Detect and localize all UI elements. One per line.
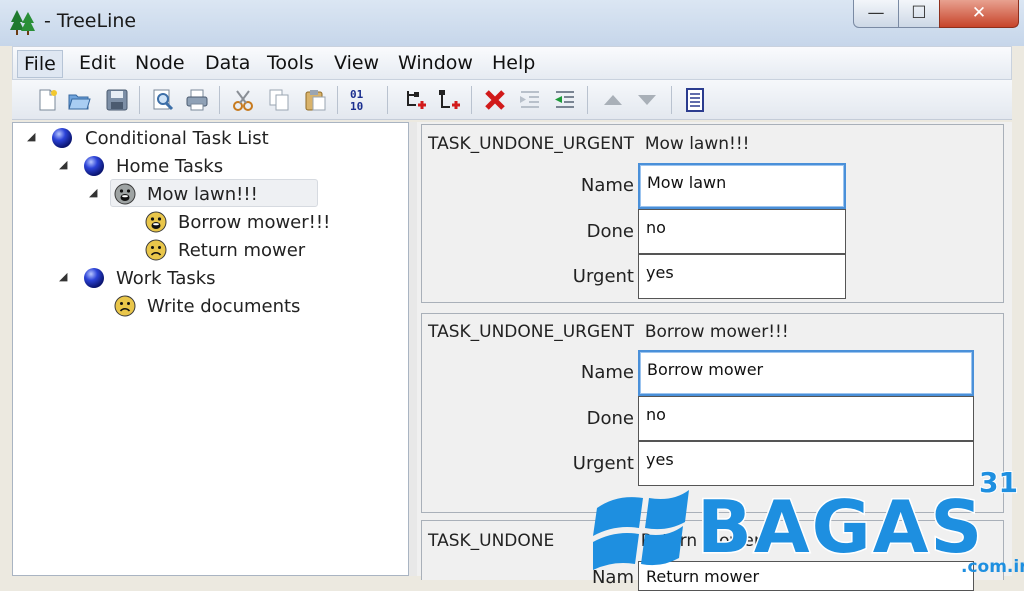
name-field[interactable]: Mow lawn <box>638 163 846 209</box>
tree-label-return-mower: Return mower <box>178 240 306 261</box>
print-icon[interactable] <box>184 87 210 113</box>
toolbar-separator <box>671 86 672 114</box>
urgent-label: Urgent <box>572 453 634 474</box>
tree-label-borrow-mower: Borrow mower!!! <box>178 212 331 233</box>
node-editor-group: TASK_UNDONE_URGENT Borrow mower!!! Name … <box>421 313 1004 513</box>
expand-arrow-icon[interactable]: ◢ <box>89 186 97 199</box>
tree-label-mow-lawn: Mow lawn!!! <box>147 184 258 205</box>
toolbar: 01 10 <box>12 80 1012 120</box>
tree-node-return-mower[interactable]: Return mower <box>13 238 403 264</box>
menu-data[interactable]: Data <box>199 52 256 74</box>
copy-icon[interactable] <box>266 87 292 113</box>
unindent-icon[interactable] <box>552 87 578 113</box>
toolbar-separator <box>587 86 588 114</box>
tree-label-work-tasks: Work Tasks <box>116 268 216 289</box>
shouting-face-icon <box>145 211 167 233</box>
tree-label-write-documents: Write documents <box>147 296 301 317</box>
insert-sibling-icon[interactable] <box>436 87 462 113</box>
expand-arrow-icon[interactable]: ◢ <box>27 130 35 143</box>
frowning-face-icon <box>145 239 167 261</box>
node-heading: Borrow mower!!! <box>644 322 789 342</box>
maximize-icon: ☐ <box>911 3 927 23</box>
paste-icon[interactable] <box>302 87 328 113</box>
node-heading: Return mower <box>640 531 761 551</box>
toolbar-separator <box>219 86 220 114</box>
done-label: Done <box>586 408 634 429</box>
node-heading: Mow lawn!!! <box>644 134 750 154</box>
name-label: Name <box>580 175 634 196</box>
tree-view[interactable]: ◢ Conditional Task List ◢ Home Tasks ◢ M… <box>12 122 409 576</box>
toolbar-separator <box>387 86 388 114</box>
save-icon[interactable] <box>104 87 130 113</box>
toolbar-separator <box>337 86 338 114</box>
open-file-icon[interactable] <box>66 87 92 113</box>
data-editor-pane: TASK_UNDONE_URGENT Mow lawn!!! Name Mow … <box>417 122 1012 591</box>
tree-node-home-tasks[interactable]: ◢ Home Tasks <box>13 154 403 180</box>
move-down-icon[interactable] <box>634 87 660 113</box>
minimize-icon: — <box>867 3 885 23</box>
title-bar: - TreeLine — ☐ ✕ <box>0 0 1024 46</box>
menu-help[interactable]: Help <box>486 52 541 74</box>
menu-node[interactable]: Node <box>129 52 191 74</box>
data-editor-icon[interactable] <box>682 87 708 113</box>
minimize-button[interactable]: — <box>853 0 899 28</box>
tree-label-home-tasks: Home Tasks <box>116 156 224 177</box>
name-label: Name <box>580 362 634 383</box>
shouting-face-icon <box>114 183 136 205</box>
expand-arrow-icon[interactable]: ◢ <box>59 270 67 283</box>
move-up-icon[interactable] <box>600 87 626 113</box>
binary-format-icon[interactable]: 0110 <box>347 87 373 113</box>
add-child-icon[interactable] <box>402 87 428 113</box>
node-type-label: TASK_UNDONE <box>428 531 555 551</box>
cut-icon[interactable] <box>230 87 256 113</box>
name-field[interactable]: Borrow mower <box>638 350 974 396</box>
menu-view[interactable]: View <box>328 52 385 74</box>
name-label: Nam <box>591 567 634 588</box>
frowning-face-icon <box>114 295 136 317</box>
toolbar-separator <box>471 86 472 114</box>
binary-label-bottom: 10 <box>350 100 363 113</box>
done-field[interactable]: no <box>638 396 974 441</box>
blue-bullet-icon <box>84 156 104 176</box>
blue-bullet-icon <box>84 268 104 288</box>
tree-node-write-documents[interactable]: Write documents <box>13 294 403 320</box>
expand-arrow-icon[interactable]: ◢ <box>59 158 67 171</box>
close-icon: ✕ <box>971 3 987 23</box>
new-file-icon[interactable] <box>34 87 60 113</box>
close-button[interactable]: ✕ <box>939 0 1019 28</box>
urgent-field[interactable]: yes <box>638 441 974 486</box>
menu-tools[interactable]: Tools <box>261 52 320 74</box>
tree-node-root[interactable]: ◢ Conditional Task List <box>13 126 403 152</box>
pane-splitter[interactable] <box>409 122 417 576</box>
node-type-label: TASK_UNDONE_URGENT <box>428 322 634 342</box>
group-title: TASK_UNDONE Return mower <box>428 531 761 551</box>
print-preview-icon[interactable] <box>150 87 176 113</box>
tree-node-work-tasks[interactable]: ◢ Work Tasks <box>13 266 403 292</box>
toolbar-separator <box>139 86 140 114</box>
tree-node-mow-lawn[interactable]: ◢ Mow lawn!!! <box>13 182 403 208</box>
maximize-button[interactable]: ☐ <box>898 0 940 28</box>
group-title: TASK_UNDONE_URGENT Mow lawn!!! <box>428 134 749 154</box>
menu-window[interactable]: Window <box>392 52 479 74</box>
group-title: TASK_UNDONE_URGENT Borrow mower!!! <box>428 322 789 342</box>
node-editor-group: TASK_UNDONE Return mower Nam Return mowe… <box>421 520 1004 591</box>
indent-icon[interactable] <box>517 87 543 113</box>
delete-node-icon[interactable] <box>482 87 508 113</box>
window-title: - TreeLine <box>44 10 137 32</box>
treeline-app-icon <box>10 10 35 35</box>
tree-label-root: Conditional Task List <box>85 128 269 149</box>
blue-bullet-icon <box>52 128 72 148</box>
menu-edit[interactable]: Edit <box>73 52 122 74</box>
menu-file[interactable]: File <box>17 50 63 78</box>
urgent-label: Urgent <box>572 266 634 287</box>
done-field[interactable]: no <box>638 209 846 254</box>
node-editor-group: TASK_UNDONE_URGENT Mow lawn!!! Name Mow … <box>421 124 1004 303</box>
node-type-label: TASK_UNDONE_URGENT <box>428 134 634 154</box>
tree-node-borrow-mower[interactable]: Borrow mower!!! <box>13 210 403 236</box>
name-field[interactable]: Return mower <box>638 561 974 591</box>
urgent-field[interactable]: yes <box>638 254 846 299</box>
menu-bar: File Edit Node Data Tools View Window He… <box>12 46 1012 80</box>
done-label: Done <box>586 221 634 242</box>
